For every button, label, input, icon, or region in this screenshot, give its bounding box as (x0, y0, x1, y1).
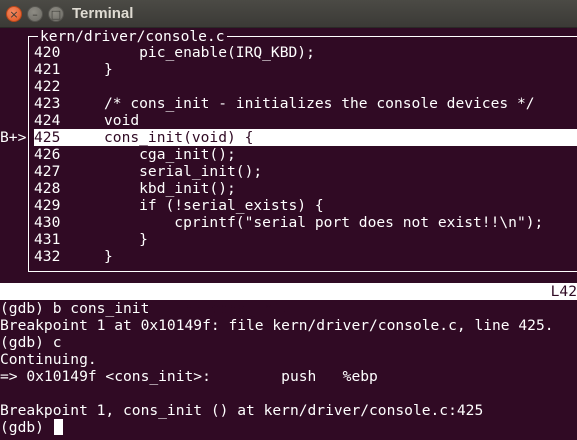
line-number: 430 (34, 214, 61, 231)
line-code: } (104, 248, 113, 265)
line-code: /* cons_init - initializes the console d… (104, 95, 535, 112)
console-line: Breakpoint 1 at 0x10149f: file kern/driv… (0, 317, 554, 334)
line-number: 431 (34, 231, 61, 248)
line-code: } (104, 61, 113, 78)
console-text: Continuing. (0, 351, 97, 368)
console-text: Breakpoint 1 at 0x10149f: file kern/driv… (0, 317, 554, 334)
line-code: } (104, 231, 148, 248)
line-number: 428 (34, 180, 61, 197)
minimize-icon[interactable]: – (27, 6, 43, 22)
source-line: 428 kbd_init(); (34, 180, 577, 197)
source-line: 422 (34, 78, 577, 95)
line-code: kbd_init(); (104, 180, 236, 197)
window-title: Terminal (72, 5, 134, 22)
line-number: 426 (34, 146, 61, 163)
console-text: Breakpoint 1, cons_init () at kern/drive… (0, 402, 484, 419)
console-line: (gdb) c (0, 334, 62, 351)
line-number: 432 (34, 248, 61, 265)
line-number: 427 (34, 163, 61, 180)
terminal-area[interactable]: kern/driver/console.c 420 pic_enable(IRQ… (0, 28, 577, 440)
line-number: 423 (34, 95, 61, 112)
title-bar: × – □ Terminal (0, 0, 577, 28)
line-number: 424 (34, 112, 61, 129)
console-line: Continuing. (0, 351, 97, 368)
line-code: cga_init(); (104, 146, 236, 163)
console-text: (gdb) b cons_init (0, 300, 150, 317)
line-code: void (104, 112, 140, 129)
console-text: (gdb) c (0, 334, 62, 351)
line-code: if (!serial_exists) { (104, 197, 324, 214)
source-line: 424 void (34, 112, 577, 129)
source-line: 430 cprintf("serial port does not exist!… (34, 214, 577, 231)
status-line-number: L42 (550, 283, 577, 300)
source-line: 427 serial_init(); (34, 163, 577, 180)
line-code: cprintf("serial port does not exist!!\n"… (104, 214, 544, 231)
gdb-prompt[interactable]: (gdb) (0, 419, 63, 436)
line-code: serial_init(); (104, 163, 263, 180)
line-number: 422 (34, 78, 61, 95)
close-icon[interactable]: × (6, 6, 22, 22)
line-number: 420 (34, 44, 61, 61)
line-code: cons_init(void) { (104, 129, 254, 146)
console-text: (gdb) (0, 419, 53, 436)
source-line: 429 if (!serial_exists) { (34, 197, 577, 214)
line-code: pic_enable(IRQ_KBD); (104, 44, 315, 61)
console-line: => 0x10149f <cons_init>: push %ebp (0, 368, 378, 385)
source-filename: kern/driver/console.c (38, 28, 227, 45)
line-number: 421 (34, 61, 61, 78)
console-line: Breakpoint 1, cons_init () at kern/drive… (0, 402, 483, 419)
text-cursor (53, 419, 63, 435)
console-line: (gdb) b cons_init (0, 300, 149, 317)
line-number: 425 (34, 129, 61, 146)
line-number: 429 (34, 197, 61, 214)
breakpoint-marker: B+> (0, 129, 27, 146)
source-line: 425 cons_init(void) { (34, 129, 577, 146)
source-line: 420 pic_enable(IRQ_KBD); (34, 44, 577, 61)
source-line: 421} (34, 61, 577, 78)
status-bar: remote Thread 1 In: cons_init L42 (0, 283, 577, 317)
maximize-icon[interactable]: □ (48, 6, 64, 22)
source-line: 431 } (34, 231, 577, 248)
console-text: => 0x10149f <cons_init>: push %ebp (0, 368, 378, 385)
source-line: 432} (34, 248, 577, 265)
source-line: 426 cga_init(); (34, 146, 577, 163)
source-line: 423 /* cons_init - initializes the consol… (34, 95, 577, 112)
